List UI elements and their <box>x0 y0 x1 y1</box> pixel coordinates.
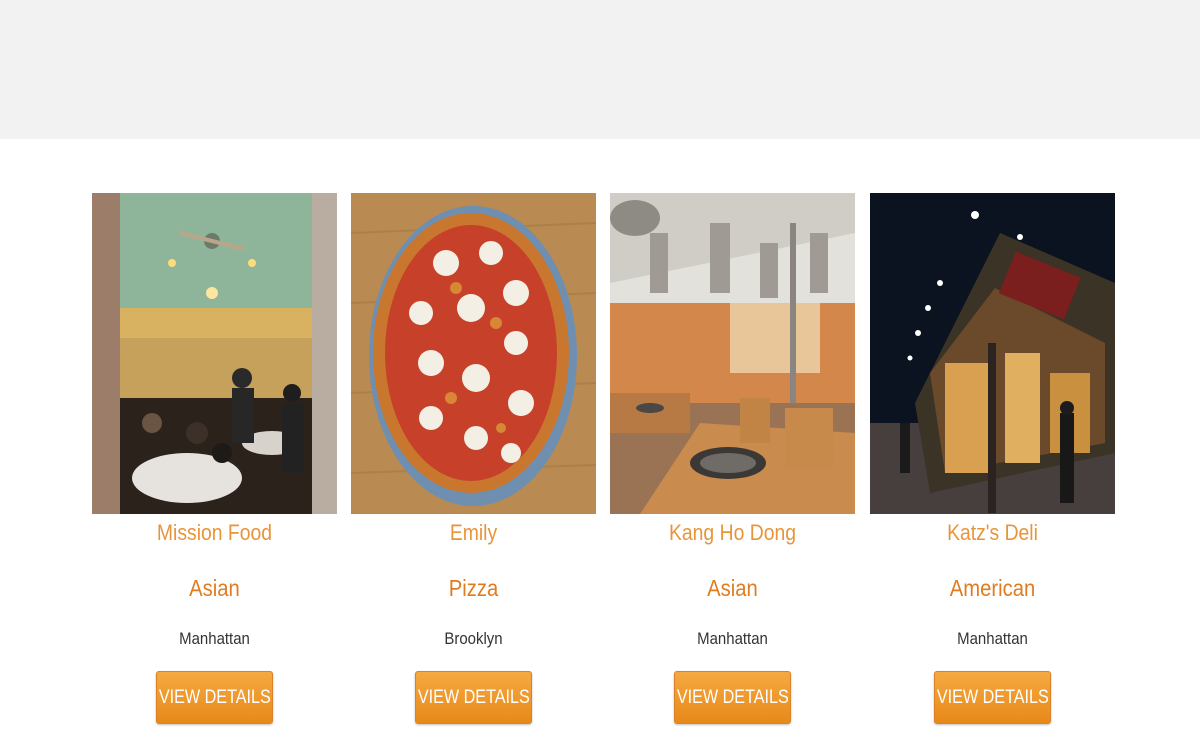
restaurant-photo[interactable] <box>92 193 337 514</box>
restaurant-name: Mission Food <box>156 520 273 545</box>
view-details-button[interactable]: VIEW DETAILS <box>415 671 532 724</box>
view-details-button[interactable]: VIEW DETAILS <box>674 671 791 724</box>
dining-room-image <box>92 193 337 514</box>
restaurant-borough: Manhattan <box>179 629 250 648</box>
view-details-button[interactable]: VIEW DETAILS <box>934 671 1051 724</box>
view-details-button[interactable]: VIEW DETAILS <box>156 671 273 724</box>
view-details-label: VIEW DETAILS <box>676 686 789 708</box>
restaurant-card: Emily Pizza Brooklyn VIEW DETAILS <box>351 193 596 733</box>
storefront-image <box>870 193 1115 514</box>
restaurant-card: Mission Food Asian Manhattan VIEW DETAIL… <box>92 193 337 733</box>
restaurant-name: Kang Ho Dong <box>668 520 796 545</box>
restaurant-photo[interactable] <box>351 193 596 514</box>
view-details-label: VIEW DETAILS <box>158 686 271 708</box>
restaurant-cuisine: Asian <box>189 575 240 601</box>
view-details-label: VIEW DETAILS <box>936 686 1049 708</box>
restaurant-cuisine: Pizza <box>448 575 499 601</box>
view-details-label: VIEW DETAILS <box>417 686 530 708</box>
restaurant-cuisine: American <box>949 575 1036 601</box>
pizza-image <box>351 193 596 514</box>
restaurant-borough: Manhattan <box>957 629 1028 648</box>
header-band <box>0 0 1200 139</box>
restaurant-borough: Brooklyn <box>444 629 503 648</box>
restaurant-borough: Manhattan <box>697 629 768 648</box>
restaurant-name: Katz's Deli <box>947 520 1038 545</box>
restaurant-name: Emily <box>449 520 498 545</box>
restaurant-interior-image <box>610 193 855 514</box>
restaurant-card: Kang Ho Dong Asian Manhattan VIEW DETAIL… <box>610 193 855 733</box>
restaurant-card: Katz's Deli American Manhattan VIEW DETA… <box>870 193 1115 733</box>
restaurant-cuisine: Asian <box>707 575 758 601</box>
restaurant-photo[interactable] <box>610 193 855 514</box>
restaurant-list: Mission Food Asian Manhattan VIEW DETAIL… <box>0 193 1200 743</box>
restaurant-photo[interactable] <box>870 193 1115 514</box>
